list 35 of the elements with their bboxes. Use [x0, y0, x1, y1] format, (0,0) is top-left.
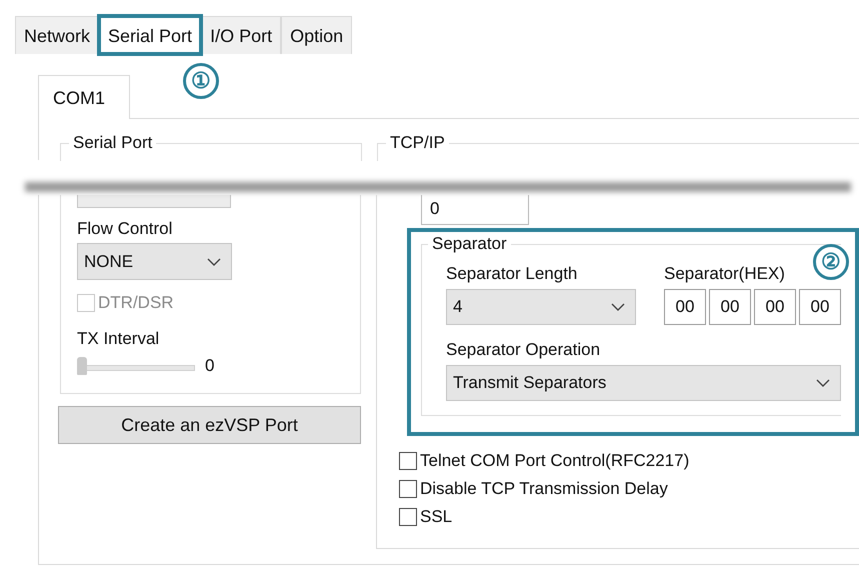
checkbox[interactable] [399, 480, 417, 498]
input-field[interactable]: 00 [709, 289, 751, 325]
field-label: Separator(HEX) [664, 263, 786, 285]
dropdown[interactable]: Transmit Separators [446, 365, 841, 401]
chevron-icon [207, 258, 221, 266]
input-field[interactable]: 00 [664, 289, 706, 325]
input-field[interactable]: 00 [754, 289, 796, 325]
tab[interactable]: I/O Port [201, 16, 282, 54]
field-label: Separator Length [446, 263, 578, 285]
dropdown[interactable]: NONE [77, 243, 232, 280]
dropdown[interactable]: 4 [446, 289, 636, 325]
chevron-icon [816, 379, 830, 387]
create-port-button[interactable]: Create an ezVSP Port [58, 406, 361, 444]
field-label: Flow Control [77, 218, 174, 240]
input-field[interactable]: 0 [421, 195, 529, 225]
tab[interactable]: Serial Port [99, 16, 202, 54]
checkbox-label: DTR/DSR [98, 293, 174, 313]
input-field[interactable]: 00 [799, 289, 841, 325]
slider[interactable] [77, 357, 195, 375]
tab[interactable]: Option [281, 16, 352, 54]
checkbox[interactable] [399, 508, 417, 526]
field-label: Separator Operation [446, 339, 602, 361]
checkbox-label: Telnet COM Port Control(RFC2217) [420, 451, 690, 471]
chevron-icon [611, 303, 625, 311]
callout-number: ① [183, 63, 219, 99]
checkbox[interactable] [399, 452, 417, 470]
callout-number: ② [813, 244, 849, 280]
slider-value: 0 [205, 356, 214, 376]
checkbox-label: Disable TCP Transmission Delay [420, 479, 668, 499]
tab[interactable]: COM1 [38, 75, 130, 119]
slider-thumb[interactable] [77, 357, 87, 375]
tab[interactable]: Network [15, 16, 100, 54]
field-label: TX Interval [77, 328, 160, 350]
group-title: Separator [428, 234, 511, 254]
checkbox-label: SSL [420, 507, 452, 527]
